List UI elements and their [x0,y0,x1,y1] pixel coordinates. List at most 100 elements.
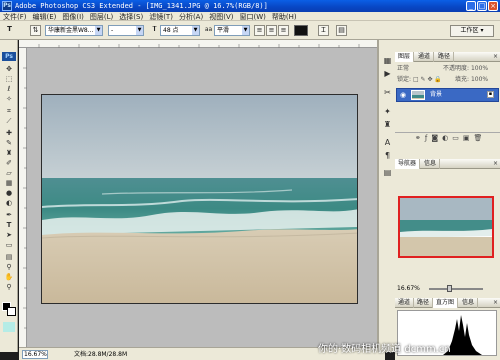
font-size-select[interactable]: 48 点 ▼ [160,25,200,36]
tab-info-2[interactable]: 信息 [459,298,479,308]
move-icon[interactable]: ✥ [3,65,15,74]
chevron-down-icon: ▼ [242,26,249,35]
font-style-select[interactable]: - ▼ [108,25,144,36]
magic-wand-icon[interactable]: ✧ [3,95,15,104]
link-layers-icon[interactable]: ⚭ [415,134,425,142]
minimize-button[interactable]: _ [466,1,476,11]
quick-mask-icon[interactable] [3,322,15,332]
eyedropper-icon[interactable]: ⚲ [3,263,15,272]
align-right-icon[interactable]: ≡ [278,25,289,36]
type-tool-icon[interactable]: T [4,25,15,36]
menu-filter[interactable]: 滤镜(T) [146,13,176,20]
fill-value[interactable]: 100% [471,76,488,83]
tool-presets-icon[interactable]: ✂ [382,87,393,98]
menu-file[interactable]: 文件(F) [0,13,30,20]
blend-mode-select[interactable]: 正常 [397,64,409,74]
text-color-swatch[interactable] [294,25,308,36]
eraser-icon[interactable]: ▱ [3,169,15,178]
slice-icon[interactable]: ⟋ [3,117,15,126]
tab-navigator[interactable]: 导航器 [395,159,421,169]
mask-icon[interactable]: ◙ [431,134,442,142]
shape-icon[interactable]: ▭ [3,241,15,250]
close-icon[interactable]: × [493,299,498,307]
text-orientation-icon[interactable]: ⇅ [30,25,41,36]
tab-histogram[interactable]: 直方图 [433,298,459,308]
history-brush-icon[interactable]: ✐ [3,159,15,168]
dodge-icon[interactable]: ◐ [3,199,15,208]
notes-icon[interactable]: ▤ [3,253,15,262]
lock-icons[interactable]: □ ✎ ✥ 🔒 [413,76,442,83]
gradient-icon[interactable]: ▦ [3,179,15,188]
history-icon[interactable]: ▦ [382,55,393,66]
marquee-icon[interactable]: ⬚ [3,75,15,84]
stamp-icon[interactable]: ♜ [3,149,15,158]
blur-icon[interactable]: ● [3,189,15,198]
lasso-icon[interactable]: ℓ [3,85,15,94]
eye-icon[interactable]: ◉ [398,90,408,100]
background-color-swatch[interactable] [7,307,16,316]
brush-icon[interactable]: ✎ [3,139,15,148]
zoom-icon[interactable]: ⚲ [3,283,15,292]
navigator-preview[interactable] [398,196,494,258]
layer-row-background[interactable]: ◉ 背景 ▪ [396,88,499,102]
menu-edit[interactable]: 编辑(E) [30,13,60,20]
antialias-icon: aa [204,26,213,33]
trash-icon[interactable]: 🗑 [474,134,487,142]
close-icon[interactable]: × [493,53,498,61]
menu-layer[interactable]: 图层(L) [87,13,116,20]
pen-icon[interactable]: ✒ [3,211,15,220]
hand-icon[interactable]: ✋ [3,273,15,282]
tab-paths-2[interactable]: 路径 [414,298,434,308]
navigator-zoom[interactable]: 16.67% [397,284,420,293]
clone-source-icon[interactable]: ♜ [382,119,393,130]
type-icon[interactable]: T [3,221,15,230]
vertical-ruler [19,48,27,347]
horizontal-ruler [19,40,377,48]
adjustment-icon[interactable]: ◐ [442,134,452,142]
tab-paths[interactable]: 路径 [435,52,455,62]
workspace-button[interactable]: 工作区 ▾ [450,25,494,37]
healing-icon[interactable]: ✚ [3,129,15,138]
zoom-field[interactable]: 16.67% [22,350,48,359]
lock-label-text: 锁定: [397,76,412,83]
align-left-icon[interactable]: ≡ [254,25,265,36]
menu-view[interactable]: 视图(V) [206,13,236,20]
new-layer-icon[interactable]: ▣ [463,134,474,142]
tab-channels[interactable]: 通道 [415,52,435,62]
character-icon[interactable]: A [382,137,393,148]
align-center-icon[interactable]: ≡ [266,25,277,36]
menu-help[interactable]: 帮助(H) [269,13,300,20]
tab-info[interactable]: 信息 [421,159,441,169]
brushes-icon[interactable]: ✦ [382,106,393,117]
blend-mode-value: 正常 [397,65,410,72]
menu-select[interactable]: 选择(S) [116,13,146,20]
navigator-panel-tabs: 导航器 信息 × [395,159,500,169]
group-icon[interactable]: ▭ [452,134,463,142]
warp-text-icon[interactable]: Ꮖ [318,25,329,36]
toolbox: Ps ✥ ⬚ ℓ ✧ ⌗ ⟋ ✚ ✎ ♜ ✐ ▱ ▦ ● ◐ ✒ T ➤ ▭ ▤… [0,40,18,352]
tab-channels-2[interactable]: 通道 [395,298,415,308]
opacity-value[interactable]: 100% [471,65,488,72]
navigator-zoom-slider[interactable] [429,288,483,290]
maximize-button[interactable]: □ [477,1,487,11]
character-panel-icon[interactable]: ▤ [336,25,347,36]
close-button[interactable]: × [488,1,498,11]
document-image[interactable] [41,94,358,304]
layer-comps-icon[interactable]: ▤ [382,167,393,178]
chevron-down-icon: ▼ [95,26,102,35]
fill-label: 填充: 100% [455,75,488,85]
path-select-icon[interactable]: ➤ [3,231,15,240]
paragraph-icon[interactable]: ¶ [382,150,393,161]
navigator-slider-handle[interactable] [447,285,452,292]
font-family-select[interactable]: 华康新金黑W8... ▼ [45,25,103,36]
actions-icon[interactable]: ▶ [382,68,393,79]
menu-window[interactable]: 窗口(W) [236,13,268,20]
app-icon: Ps [2,1,12,11]
close-icon[interactable]: × [493,160,498,168]
menu-analysis[interactable]: 分析(A) [176,13,206,20]
antialias-select[interactable]: 平滑 ▼ [214,25,250,36]
menu-image[interactable]: 图像(I) [59,13,87,20]
crop-icon[interactable]: ⌗ [3,107,15,116]
layer-thumbnail [411,90,425,100]
tab-layers[interactable]: 图层 [395,52,415,62]
